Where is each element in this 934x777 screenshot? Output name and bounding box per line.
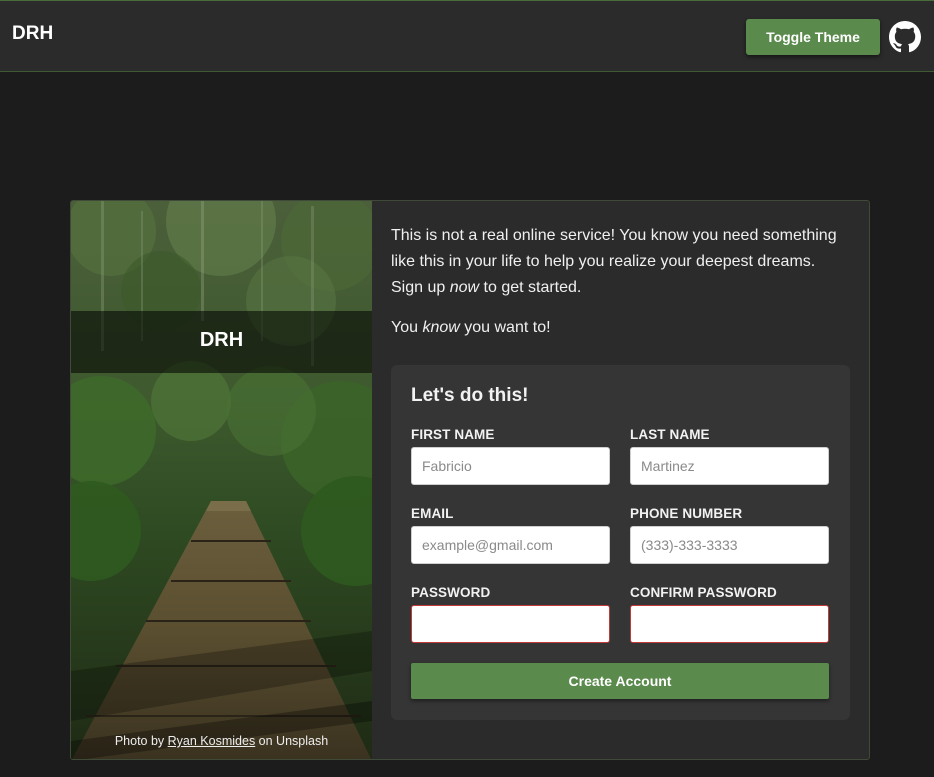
credit-prefix: Photo by: [114, 734, 168, 748]
last-name-label: LAST NAME: [630, 427, 710, 442]
credit-suffix: on Unsplash: [255, 734, 329, 748]
credit-author-link[interactable]: Ryan Kosmides: [168, 734, 256, 748]
intro-text-b: to get started.: [479, 279, 582, 296]
confirm-password-field[interactable]: [630, 605, 829, 643]
phone-number-label: PHONE NUMBER: [630, 506, 743, 521]
tagline-emphasis-know: know: [422, 319, 460, 336]
intro-emphasis-now: now: [449, 279, 480, 296]
email-label: EMAIL: [411, 506, 454, 521]
confirm-password-label: CONFIRM PASSWORD: [630, 585, 777, 600]
intro-tagline: You know you want to!: [391, 319, 851, 337]
email-field[interactable]: [411, 526, 610, 564]
photo-title: DRH: [199, 329, 244, 351]
github-icon[interactable]: [889, 21, 921, 53]
form-title: Let's do this!: [411, 385, 529, 406]
first-name-label: FIRST NAME: [411, 427, 495, 442]
phone-number-field[interactable]: [630, 526, 829, 564]
forest-boardwalk-image: [71, 201, 372, 759]
intro-section: This is not a real online service! You k…: [391, 223, 851, 337]
intro-paragraph: This is not a real online service! You k…: [391, 223, 851, 301]
photo-credit: Photo by Ryan Kosmides on Unsplash: [71, 734, 372, 748]
signup-card: DRH Photo by Ryan Kosmides on Unsplash T…: [70, 200, 870, 760]
last-name-field[interactable]: [630, 447, 829, 485]
create-account-button[interactable]: Create Account: [411, 663, 829, 699]
tagline-text-a: You: [391, 319, 423, 336]
tagline-text-b: you want to!: [459, 319, 551, 336]
site-brand[interactable]: DRH: [12, 23, 53, 45]
password-label: PASSWORD: [411, 585, 491, 600]
top-nav-bar: DRH Toggle Theme: [0, 0, 934, 72]
boardwalk-photo: DRH Photo by Ryan Kosmides on Unsplash: [71, 201, 372, 759]
password-field[interactable]: [411, 605, 610, 643]
first-name-field[interactable]: [411, 447, 610, 485]
toggle-theme-button[interactable]: Toggle Theme: [746, 19, 880, 55]
signup-form: Let's do this! FIRST NAME LAST NAME EMAI…: [391, 365, 850, 720]
